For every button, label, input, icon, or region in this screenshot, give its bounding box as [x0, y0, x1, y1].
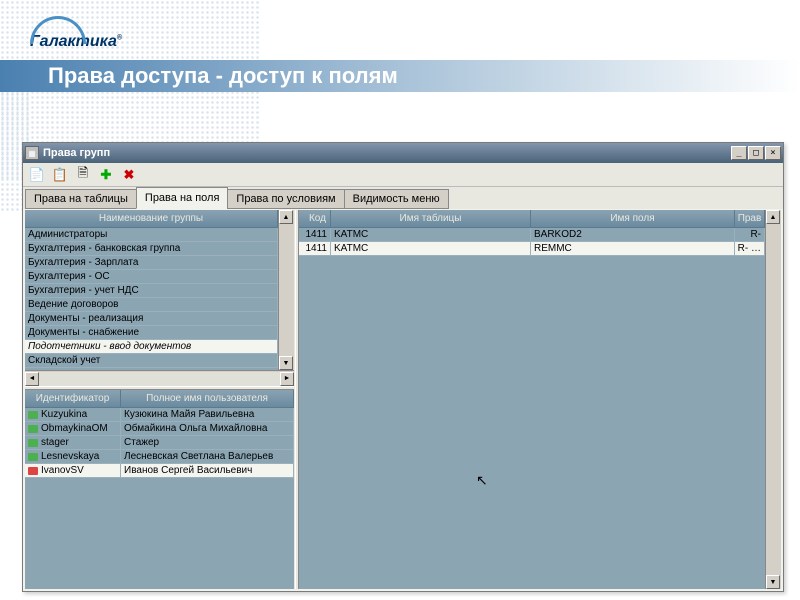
user-icon [28, 411, 38, 419]
left-pane: Наименование группы ▲ Администраторы Бух… [25, 210, 295, 589]
fields-vscroll-top: ▲ [765, 210, 781, 228]
users-grid: Идентификатор Полное имя пользователя Ku… [25, 390, 294, 589]
group-row[interactable]: Ведение договоров [25, 298, 278, 312]
col-identifier[interactable]: Идентификатор [25, 390, 121, 408]
scroll-right-icon[interactable]: ► [280, 372, 294, 386]
groups-vscroll[interactable]: ▼ [278, 228, 294, 370]
right-pane: Код Имя таблицы Имя поля Прав ▲ 1411 KAT… [299, 210, 781, 589]
tab-menu-visibility[interactable]: Видимость меню [344, 189, 449, 209]
toolbar-button-3[interactable]: 🗎 [73, 165, 93, 185]
maximize-button[interactable]: □ [748, 146, 764, 160]
group-row[interactable]: Складской учет [25, 354, 278, 368]
close-button[interactable]: × [765, 146, 781, 160]
page-title: Права доступа - доступ к полям [48, 63, 398, 89]
user-row[interactable]: ObmaykinaOMОбмайкина Ольга Михайловна [25, 422, 294, 436]
window-titlebar[interactable]: ▦ Права групп _ □ × [23, 143, 783, 163]
groups-hscroll[interactable]: ◄ ► [25, 370, 294, 386]
group-row[interactable]: Документы - реализация [25, 312, 278, 326]
user-row[interactable]: LesnevskayaЛесневская Светлана Валерьев [25, 450, 294, 464]
user-icon [28, 467, 38, 475]
fields-vscroll[interactable]: ▼ [765, 228, 781, 589]
field-row-selected[interactable]: 1411 KATMC REMMC R- … [299, 242, 765, 256]
col-rights[interactable]: Прав [735, 210, 765, 228]
col-table-name[interactable]: Имя таблицы [331, 210, 531, 228]
toolbar: 📄 📋 🗎 ✚ ✖ [23, 163, 783, 187]
window-title: Права групп [43, 147, 731, 159]
user-row[interactable]: stagerСтажер [25, 436, 294, 450]
minimize-button[interactable]: _ [731, 146, 747, 160]
tab-condition-rights[interactable]: Права по условиям [227, 189, 344, 209]
col-full-name[interactable]: Полное имя пользователя [121, 390, 294, 408]
group-row[interactable]: Бухгалтерия - Зарплата [25, 256, 278, 270]
app-icon: ▦ [25, 146, 39, 160]
fields-grid: Код Имя таблицы Имя поля Прав ▲ 1411 KAT… [299, 210, 781, 589]
user-icon [28, 439, 38, 447]
user-icon [28, 425, 38, 433]
toolbar-add-button[interactable]: ✚ [96, 165, 116, 185]
tabbar: Права на таблицы Права на поля Права по … [23, 187, 783, 209]
page-title-bar: Права доступа - доступ к полям [0, 60, 800, 92]
scroll-up-icon[interactable]: ▲ [279, 210, 293, 224]
scroll-down-icon[interactable]: ▼ [279, 356, 293, 370]
scroll-left-icon[interactable]: ◄ [25, 372, 39, 386]
group-row[interactable]: Бухгалтерия - ОС [25, 270, 278, 284]
toolbar-button-2[interactable]: 📋 [50, 165, 70, 185]
app-window: ▦ Права групп _ □ × 📄 📋 🗎 ✚ ✖ Права на т… [22, 142, 784, 592]
col-code[interactable]: Код [299, 210, 331, 228]
brand-area: Галактика® [30, 8, 122, 51]
scroll-up-icon[interactable]: ▲ [766, 210, 780, 224]
user-row-selected[interactable]: IvanovSVИванов Сергей Васильевич [25, 464, 294, 478]
group-row[interactable]: Документы - снабжение [25, 326, 278, 340]
logo-icon [30, 8, 80, 33]
tab-field-rights[interactable]: Права на поля [136, 187, 229, 209]
group-row[interactable]: Администраторы [25, 228, 278, 242]
groups-vscroll-top: ▲ [278, 210, 294, 228]
content-area: Наименование группы ▲ Администраторы Бух… [23, 209, 783, 591]
toolbar-button-1[interactable]: 📄 [27, 165, 47, 185]
col-field-name[interactable]: Имя поля [531, 210, 735, 228]
scroll-down-icon[interactable]: ▼ [766, 575, 780, 589]
group-row[interactable]: Бухгалтерия - учет НДС [25, 284, 278, 298]
groups-grid: Наименование группы ▲ Администраторы Бух… [25, 210, 294, 386]
tab-table-rights[interactable]: Права на таблицы [25, 189, 137, 209]
toolbar-delete-button[interactable]: ✖ [119, 165, 139, 185]
group-row-selected[interactable]: Подотчетники - ввод документов [25, 340, 278, 354]
user-row[interactable]: KuzyukinaКузюкина Майя Равильевна [25, 408, 294, 422]
field-row[interactable]: 1411 KATMC BARKOD2 R- [299, 228, 765, 242]
col-group-name[interactable]: Наименование группы [25, 210, 278, 228]
group-row[interactable]: Бухгалтерия - банковская группа [25, 242, 278, 256]
user-icon [28, 453, 38, 461]
